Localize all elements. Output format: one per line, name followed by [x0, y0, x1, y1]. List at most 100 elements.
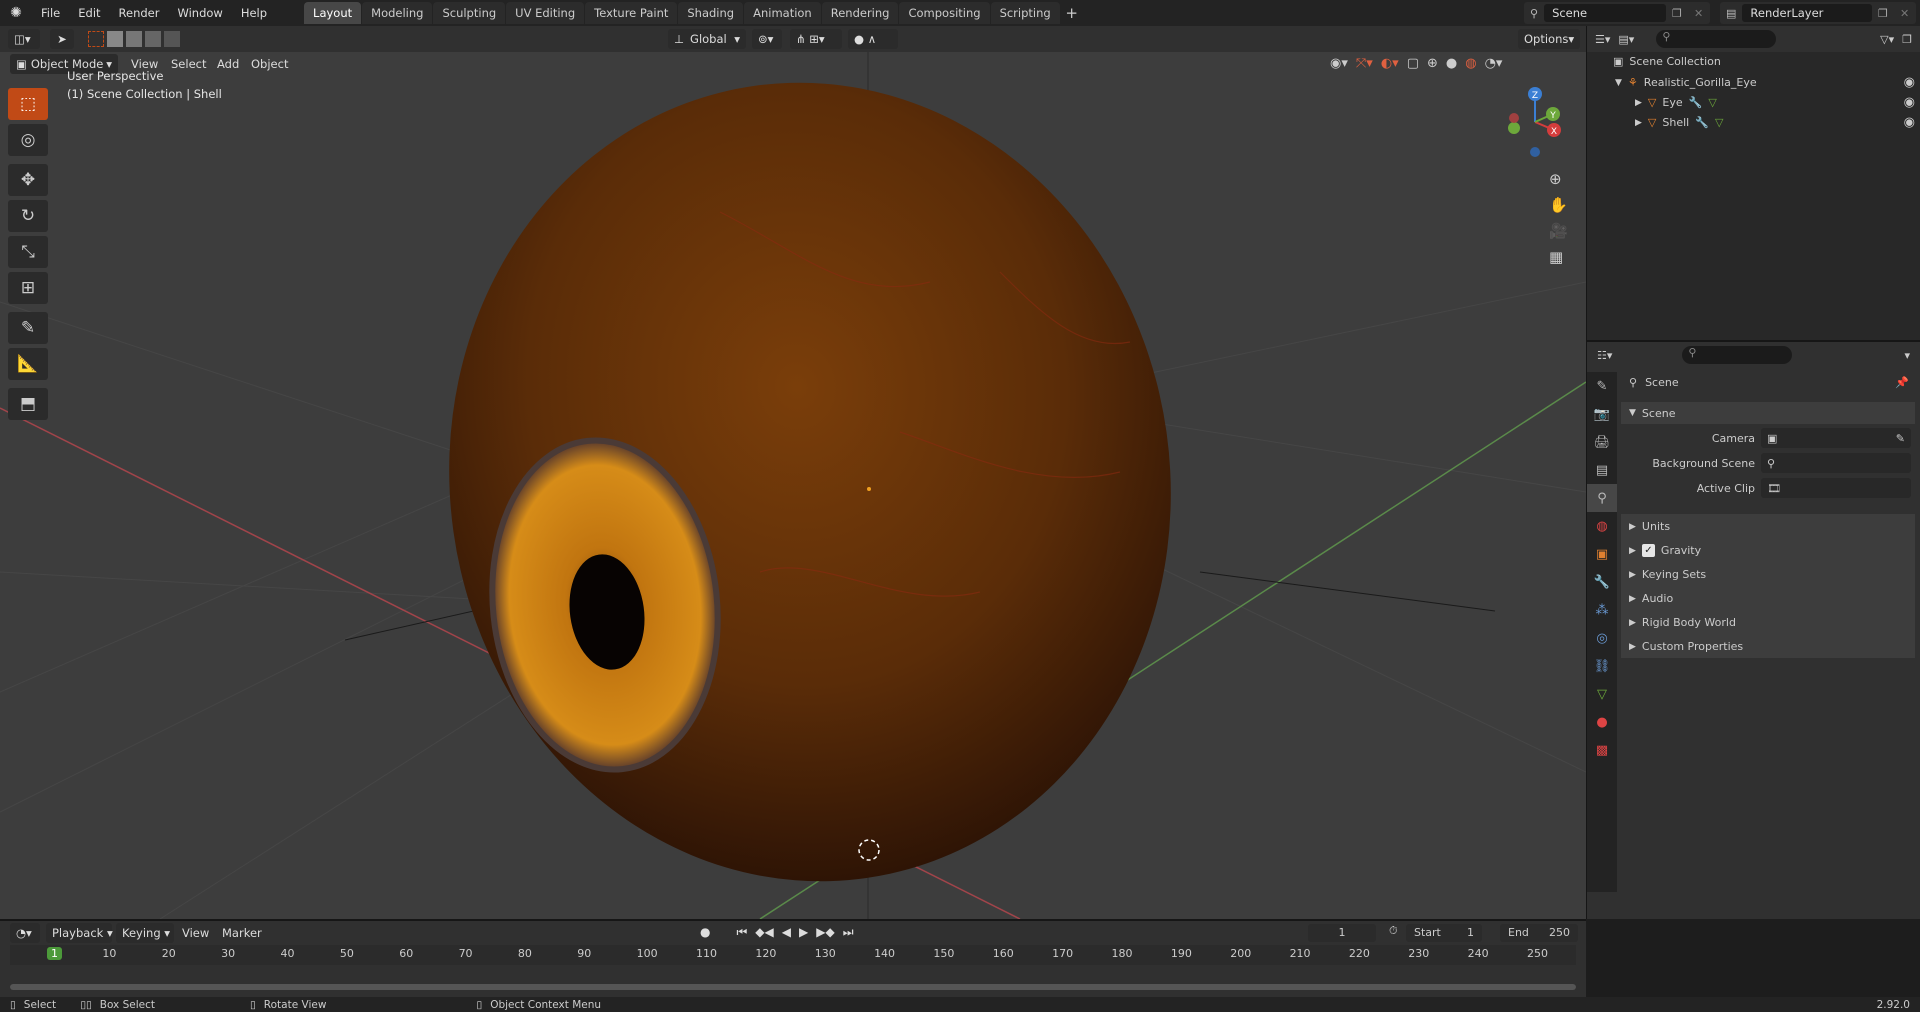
wireframe-shading-icon[interactable]: ⊕ — [1427, 56, 1438, 71]
outliner-editor-icon[interactable]: ☰▾ — [1595, 33, 1610, 46]
camera-view-icon[interactable]: 🎥 — [1549, 222, 1568, 240]
tab-rendering[interactable]: Rendering — [821, 2, 899, 24]
gizmo-toggle-icon[interactable]: ⤧▾ — [1356, 56, 1373, 71]
constraints-tab-icon[interactable]: ⛓ — [1587, 652, 1617, 680]
cursor-tool-icon[interactable]: ◎ — [8, 124, 48, 156]
proportional-edit-icon[interactable]: ● ∧ — [848, 29, 898, 49]
start-frame-field[interactable]: Start 1 — [1406, 924, 1482, 942]
mode-subtract-icon[interactable] — [126, 31, 142, 47]
pan-hand-icon[interactable]: ✋ — [1549, 196, 1568, 214]
material-shading-icon[interactable]: ◍ — [1465, 56, 1476, 71]
end-frame-field[interactable]: End 250 — [1500, 924, 1578, 942]
zoom-icon[interactable]: ⊕ — [1549, 170, 1568, 188]
display-mode-icon[interactable]: ▤▾ — [1618, 33, 1634, 46]
expand-arrow-icon[interactable]: ▶ — [1635, 118, 1642, 128]
mode-intersect-icon[interactable] — [164, 31, 180, 47]
mode-extend-icon[interactable] — [107, 31, 123, 47]
menu-file[interactable]: File — [32, 0, 69, 26]
prev-keyframe-icon[interactable]: ◆◀ — [755, 925, 773, 940]
menu-render[interactable]: Render — [110, 0, 169, 26]
material-tab-icon[interactable]: ● — [1587, 708, 1617, 736]
menu-marker[interactable]: Marker — [222, 923, 262, 943]
expand-arrow-icon[interactable]: ▶ — [1635, 98, 1642, 108]
particles-tab-icon[interactable]: ⁂ — [1587, 596, 1617, 624]
viewport-canvas[interactable] — [0, 52, 1586, 919]
view-layer-tab-icon[interactable]: ▤ — [1587, 456, 1617, 484]
background-scene-field[interactable]: ⚲ — [1761, 453, 1911, 473]
add-workspace-icon[interactable]: + — [1061, 2, 1083, 24]
outliner-search-input[interactable]: ⚲ — [1656, 30, 1777, 48]
gravity-panel-header[interactable]: ▶ ✓ Gravity — [1629, 544, 1701, 557]
neg-y-handle[interactable] — [1508, 122, 1520, 134]
visibility-eye-icon[interactable]: ◉ — [1904, 75, 1915, 90]
scale-tool-icon[interactable]: ⤡ — [8, 236, 48, 268]
scene-tab-icon[interactable]: ⚲ — [1587, 484, 1617, 512]
outliner-object-shell[interactable]: ▶ ▽ Shell 🔧 ▽ ◉ — [1635, 115, 1915, 130]
physics-tab-icon[interactable]: ◎ — [1587, 624, 1617, 652]
units-panel-header[interactable]: ▶ Units — [1629, 520, 1670, 533]
visibility-icon[interactable]: ◉▾ — [1330, 56, 1348, 71]
tab-uv-editing[interactable]: UV Editing — [506, 2, 585, 24]
eyedropper-icon[interactable]: ✎ — [1896, 432, 1905, 445]
options-dropdown[interactable]: Options ▾ — [1518, 29, 1580, 49]
snap-toggle-icon[interactable]: ⋔ ⊞▾ — [790, 29, 842, 49]
blender-logo-icon[interactable]: ✺ — [0, 0, 32, 26]
editor-type-icon[interactable]: ◫▾ — [8, 29, 40, 49]
play-reverse-icon[interactable]: ◀ — [782, 925, 791, 940]
overlay-toggle-icon[interactable]: ◐▾ — [1381, 56, 1399, 71]
menu-select[interactable]: Select — [171, 54, 206, 74]
modifier-tab-icon[interactable]: 🔧 — [1587, 568, 1617, 596]
tab-sculpting[interactable]: Sculpting — [433, 2, 506, 24]
tool-tab-icon[interactable]: ✎ — [1587, 372, 1617, 400]
properties-search-input[interactable]: ⚲ — [1682, 346, 1793, 364]
neg-z-handle[interactable] — [1530, 147, 1540, 157]
rendered-shading-icon[interactable]: ◔▾ — [1485, 56, 1503, 71]
mode-new-icon[interactable] — [88, 31, 104, 47]
transform-tool-icon[interactable]: ⊞ — [8, 272, 48, 304]
object-tab-icon[interactable]: ▣ — [1587, 540, 1617, 568]
delete-scene-icon[interactable]: ✕ — [1694, 7, 1710, 20]
navigation-gizmo[interactable]: Z X Y — [1500, 80, 1570, 160]
menu-add[interactable]: Add — [217, 54, 239, 74]
pin-icon[interactable]: 📌 — [1895, 376, 1909, 389]
audio-panel-header[interactable]: ▶ Audio — [1629, 592, 1673, 605]
outliner-collection-row[interactable]: ▼ ⚘ Realistic_Gorilla_Eye ◉ — [1615, 75, 1915, 90]
select-tool-icon[interactable]: ➤ — [50, 29, 74, 49]
pivot-point-icon[interactable]: ⊚▾ — [752, 29, 782, 49]
ortho-grid-icon[interactable]: ▦ — [1549, 248, 1568, 266]
outliner-root[interactable]: ▣ Scene Collection — [1613, 55, 1721, 68]
delete-view-layer-icon[interactable]: ✕ — [1900, 7, 1916, 20]
rotate-tool-icon[interactable]: ↻ — [8, 200, 48, 232]
active-clip-field[interactable]: 🎞 — [1761, 478, 1911, 498]
timeline-scrollbar[interactable] — [10, 984, 1576, 990]
current-frame-field[interactable]: 1 — [1308, 924, 1376, 942]
new-scene-icon[interactable]: ❐ — [1672, 7, 1688, 20]
3d-viewport[interactable]: ▣ Object Mode ▾ View Select Add Object ◉… — [0, 52, 1586, 919]
tab-modeling[interactable]: Modeling — [362, 2, 433, 24]
outliner-object-eye[interactable]: ▶ ▽ Eye 🔧 ▽ ◉ — [1635, 95, 1915, 110]
add-cube-tool-icon[interactable]: ⬒ — [8, 388, 48, 420]
chevron-down-icon[interactable]: ▾ — [1904, 349, 1910, 362]
transform-orientation-dropdown[interactable]: ⊥ Global ▾ — [668, 29, 746, 49]
next-keyframe-icon[interactable]: ▶◆ — [816, 925, 834, 940]
timeline-editor-icon[interactable]: ◔▾ — [10, 923, 40, 943]
select-box-icon[interactable]: ⬚ — [8, 88, 48, 120]
rigid-body-panel-header[interactable]: ▶ Rigid Body World — [1629, 616, 1736, 629]
measure-tool-icon[interactable]: 📐 — [8, 348, 48, 380]
gravity-checkbox[interactable]: ✓ — [1641, 544, 1655, 557]
tab-compositing[interactable]: Compositing — [899, 2, 990, 24]
keying-sets-panel-header[interactable]: ▶ Keying Sets — [1629, 568, 1706, 581]
scene-name[interactable]: Scene — [1552, 6, 1587, 20]
texture-tab-icon[interactable]: ▩ — [1587, 736, 1617, 764]
annotate-tool-icon[interactable]: ✎ — [8, 312, 48, 344]
scene-selector[interactable]: ⚲ Scene ❐ ✕ — [1524, 2, 1710, 24]
camera-field[interactable]: ▣ ✎ — [1761, 428, 1911, 448]
output-tab-icon[interactable]: 🖨 — [1587, 428, 1617, 456]
menu-object[interactable]: Object — [251, 54, 288, 74]
menu-edit[interactable]: Edit — [69, 0, 109, 26]
render-tab-icon[interactable]: 📷 — [1587, 400, 1617, 428]
visibility-eye-icon[interactable]: ◉ — [1904, 115, 1915, 130]
scene-panel-header[interactable]: ▼ Scene — [1621, 402, 1915, 424]
view-layer-selector[interactable]: ▤ RenderLayer ❐ ✕ — [1720, 2, 1916, 24]
properties-editor-icon[interactable]: ☷▾ — [1597, 349, 1612, 362]
